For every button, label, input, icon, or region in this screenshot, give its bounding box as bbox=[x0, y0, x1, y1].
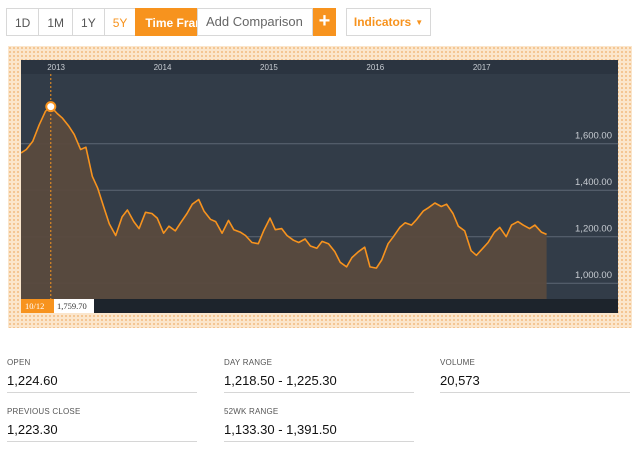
y-tick-label: 1,200.00 bbox=[575, 224, 612, 235]
stat-volume: VOLUME 20,573 bbox=[440, 358, 480, 388]
divider bbox=[440, 392, 630, 393]
crosshair-date-label: 10/12 bbox=[25, 301, 44, 311]
timeframe-1y-button[interactable]: 1Y bbox=[72, 8, 104, 36]
divider bbox=[224, 441, 414, 442]
divider bbox=[7, 441, 197, 442]
x-tick-label: 2015 bbox=[260, 63, 278, 72]
x-tick-label: 2016 bbox=[366, 63, 384, 72]
stat-day-range: DAY RANGE 1,218.50 - 1,225.30 bbox=[224, 358, 337, 388]
add-comparison-input[interactable]: Add Comparison bbox=[197, 8, 313, 36]
stat-label: PREVIOUS CLOSE bbox=[7, 407, 81, 416]
y-tick-label: 1,000.00 bbox=[575, 270, 612, 281]
chevron-down-icon: ▼ bbox=[415, 18, 424, 27]
crosshair-marker[interactable] bbox=[45, 101, 57, 113]
add-comparison-plus-icon[interactable]: + bbox=[313, 8, 336, 36]
timeframe-5y-button[interactable]: 5Y bbox=[103, 8, 136, 36]
stats-panel: OPEN 1,224.60 DAY RANGE 1,218.50 - 1,225… bbox=[0, 352, 640, 451]
y-tick-label: 1,600.00 bbox=[575, 131, 612, 142]
x-tick-label: 2014 bbox=[154, 63, 172, 72]
stat-value: 1,133.30 - 1,391.50 bbox=[224, 422, 337, 437]
stat-value: 1,218.50 - 1,225.30 bbox=[224, 373, 337, 388]
y-tick-label: 1,400.00 bbox=[575, 177, 612, 188]
stat-label: 52WK RANGE bbox=[224, 407, 279, 416]
timeframe-toolbar: 1D 1M 1Y 5Y Time Frame bbox=[6, 8, 222, 36]
stat-value: 20,573 bbox=[440, 373, 480, 388]
chart-container: 1,000.00 1,200.00 1,400.00 1,600.00 2013 2014… bbox=[8, 46, 632, 328]
stat-value: 1,223.30 bbox=[7, 422, 58, 437]
stat-open: OPEN 1,224.60 bbox=[7, 358, 58, 388]
crosshair-value-label: 1,759.70 bbox=[57, 301, 87, 311]
timeframe-1m-button[interactable]: 1M bbox=[38, 8, 73, 36]
x-axis-band bbox=[21, 60, 618, 74]
x-tick-label: 2017 bbox=[473, 63, 491, 72]
indicators-dropdown-button[interactable]: Indicators ▼ bbox=[346, 8, 431, 36]
stat-label: DAY RANGE bbox=[224, 358, 273, 367]
bottom-band bbox=[21, 299, 618, 313]
x-tick-label: 2013 bbox=[47, 63, 65, 72]
divider bbox=[7, 392, 197, 393]
timeframe-1d-button[interactable]: 1D bbox=[6, 8, 39, 36]
indicators-label: Indicators bbox=[353, 15, 412, 29]
divider bbox=[224, 392, 414, 393]
price-chart[interactable]: 1,000.00 1,200.00 1,400.00 1,600.00 2013 2014… bbox=[21, 60, 618, 313]
stat-previous-close: PREVIOUS CLOSE 1,223.30 bbox=[7, 407, 81, 437]
stat-value: 1,224.60 bbox=[7, 373, 58, 388]
stat-52wk-range: 52WK RANGE 1,133.30 - 1,391.50 bbox=[224, 407, 337, 437]
stat-label: OPEN bbox=[7, 358, 31, 367]
stat-label: VOLUME bbox=[440, 358, 475, 367]
